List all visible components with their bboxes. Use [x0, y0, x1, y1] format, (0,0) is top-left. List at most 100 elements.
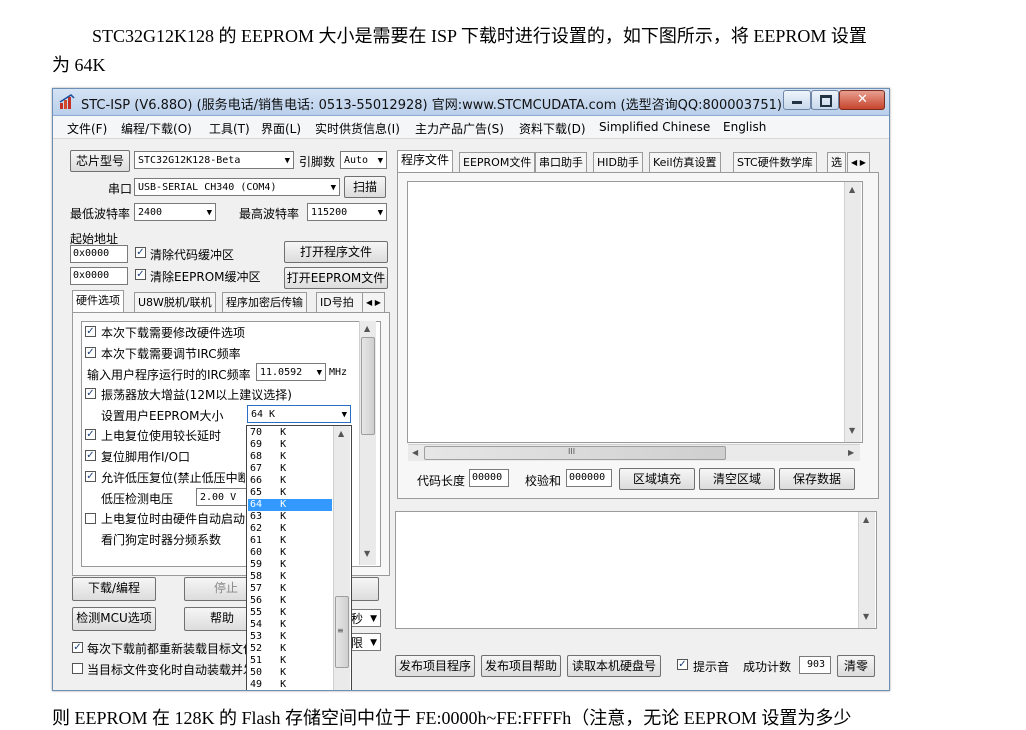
- beep-checkbox[interactable]: ✓: [677, 659, 688, 670]
- chip-model-select[interactable]: STC32G12K128-Beta ▼: [134, 151, 294, 169]
- menu-file[interactable]: 文件(F): [67, 120, 107, 137]
- min-baud-select[interactable]: 2400 ▼: [134, 203, 216, 221]
- options-scrollbar[interactable]: ▲ ▼: [359, 321, 376, 565]
- limit-select[interactable]: 限 ▼: [347, 633, 381, 651]
- dropdown-option[interactable]: 67 K: [248, 463, 332, 475]
- clear-count-button[interactable]: 清零: [837, 655, 875, 677]
- tab-program-file[interactable]: 程序文件: [397, 150, 454, 172]
- pin-count-select[interactable]: Auto ▼: [340, 151, 387, 169]
- oscillator-gain-checkbox[interactable]: ✓: [85, 388, 96, 399]
- irc-frequency-select[interactable]: 11.0592 ▼: [256, 363, 326, 381]
- menu-english[interactable]: English: [723, 120, 766, 134]
- detect-mcu-options-button[interactable]: 检测MCU选项: [72, 607, 156, 631]
- tab-stc-math-lib[interactable]: STC硬件数学库: [733, 152, 817, 172]
- reload-before-download-checkbox[interactable]: ✓: [72, 642, 83, 653]
- tab-hid-assistant[interactable]: HID助手: [593, 152, 643, 172]
- hw-watchdog-checkbox[interactable]: [85, 513, 96, 524]
- dropdown-option[interactable]: 64 K: [248, 499, 332, 511]
- menu-supply-info[interactable]: 实时供货信息(I): [315, 120, 400, 137]
- reset-pin-io-label: 复位脚用作I/O口: [101, 450, 191, 464]
- read-disk-id-button[interactable]: 读取本机硬盘号: [567, 655, 661, 677]
- dropdown-option[interactable]: 63 K: [248, 511, 332, 523]
- eeprom-size-select[interactable]: 64 K ▼: [247, 405, 351, 423]
- dropdown-option[interactable]: 56 K: [248, 595, 332, 607]
- adjust-irc-label: 本次下载需要调节IRC频率: [101, 347, 241, 361]
- dropdown-option[interactable]: 59 K: [248, 559, 332, 571]
- menu-product-ads[interactable]: 主力产品广告(S): [415, 120, 504, 137]
- clear-region-button[interactable]: 清空区域: [699, 468, 775, 490]
- eeprom-size-dropdown-list[interactable]: 70 K 69 K 68 K 67 K 66 K 65 K 64 K 63 K 62 K 61 K…: [246, 425, 352, 690]
- code-start-address-input[interactable]: 0x0000: [70, 245, 128, 263]
- tab-scroll-arrows[interactable]: ◀ ▶: [847, 152, 870, 172]
- low-voltage-threshold-value: 2.00 V: [200, 492, 237, 503]
- dropdown-option[interactable]: 65 K: [248, 487, 332, 499]
- delay-seconds-select[interactable]: 秒 ▼: [347, 609, 381, 627]
- eeprom-start-address-input[interactable]: 0x0000: [70, 267, 128, 285]
- max-baud-select[interactable]: 115200 ▼: [307, 203, 387, 221]
- menu-downloads[interactable]: 资料下载(D): [519, 120, 586, 137]
- auto-load-checkbox[interactable]: [72, 663, 83, 674]
- tab-more[interactable]: 选: [827, 152, 846, 172]
- dropdown-option[interactable]: 52 K: [248, 643, 332, 655]
- dropdown-option[interactable]: 50 K: [248, 667, 332, 679]
- tab-encrypted-transfer[interactable]: 程序加密后传输: [222, 292, 307, 312]
- dropdown-option[interactable]: 51 K: [248, 655, 332, 667]
- chip-model-button[interactable]: 芯片型号: [70, 150, 130, 172]
- tab-scroll-arrows[interactable]: ◀ ▶: [362, 292, 385, 312]
- dropdown-option[interactable]: 53 K: [248, 631, 332, 643]
- serial-port-label: 串口: [108, 182, 133, 196]
- tab-eeprom-file[interactable]: EEPROM文件: [459, 152, 536, 172]
- tab-id-number[interactable]: ID号拍: [316, 292, 364, 312]
- dropdown-option[interactable]: 60 K: [248, 547, 332, 559]
- menu-program[interactable]: 编程/下载(O): [121, 120, 192, 137]
- dropdown-option[interactable]: 54 K: [248, 619, 332, 631]
- tab-serial-assistant[interactable]: 串口助手: [535, 152, 587, 172]
- tab-u8w-offline[interactable]: U8W脱机/联机: [134, 292, 216, 312]
- chevron-down-icon: ▼: [370, 638, 377, 648]
- clear-code-checkbox[interactable]: ✓: [135, 247, 146, 258]
- dropdown-option[interactable]: 49 K: [248, 679, 332, 690]
- hex-vscroll[interactable]: ▲ ▼: [844, 182, 861, 442]
- log-vscroll[interactable]: ▲ ▼: [858, 512, 875, 628]
- tab-hardware-options[interactable]: 硬件选项: [72, 290, 124, 312]
- dropdown-option[interactable]: 55 K: [248, 607, 332, 619]
- dropdown-option[interactable]: 57 K: [248, 583, 332, 595]
- tab-keil-settings[interactable]: Keil仿真设置: [649, 152, 721, 172]
- close-icon[interactable]: ✕: [839, 90, 885, 110]
- success-count-value: 903: [799, 656, 831, 674]
- adjust-irc-checkbox[interactable]: ✓: [85, 347, 96, 358]
- reset-pin-io-checkbox[interactable]: ✓: [85, 450, 96, 461]
- clear-eeprom-checkbox[interactable]: ✓: [135, 269, 146, 280]
- scan-button[interactable]: 扫描: [344, 176, 386, 198]
- dropdown-scrollbar[interactable]: ▲ ≡: [333, 426, 350, 690]
- menu-tools[interactable]: 工具(T): [209, 120, 250, 137]
- dropdown-option[interactable]: 69 K: [248, 439, 332, 451]
- publish-help-button[interactable]: 发布项目帮助: [481, 655, 561, 677]
- menu-interface[interactable]: 界面(L): [261, 120, 301, 137]
- hex-hscroll[interactable]: ◀ III ▶: [408, 444, 860, 461]
- min-baud-value: 2400: [138, 207, 163, 218]
- title-bar[interactable]: STC-ISP (V6.88O) (服务电话/销售电话: 0513-550129…: [53, 89, 889, 116]
- modify-hw-options-checkbox[interactable]: ✓: [85, 326, 96, 337]
- download-program-button[interactable]: 下载/编程: [72, 577, 156, 601]
- save-data-button[interactable]: 保存数据: [779, 468, 855, 490]
- dropdown-option[interactable]: 62 K: [248, 523, 332, 535]
- menu-simplified-chinese[interactable]: Simplified Chinese: [599, 120, 710, 134]
- open-eeprom-file-button[interactable]: 打开EEPROM文件: [284, 267, 388, 289]
- serial-port-select[interactable]: USB-SERIAL CH340 (COM4) ▼: [134, 178, 340, 196]
- dropdown-option[interactable]: 61 K: [248, 535, 332, 547]
- low-voltage-threshold-select[interactable]: 2.00 V: [196, 488, 248, 506]
- minimize-icon[interactable]: [783, 90, 811, 110]
- maximize-icon[interactable]: [811, 90, 839, 110]
- irc-frequency-value: 11.0592: [260, 367, 303, 378]
- low-voltage-reset-checkbox[interactable]: ✓: [85, 471, 96, 482]
- dropdown-option[interactable]: 66 K: [248, 475, 332, 487]
- publish-program-button[interactable]: 发布项目程序: [395, 655, 475, 677]
- open-program-file-button[interactable]: 打开程序文件: [284, 241, 388, 263]
- fill-region-button[interactable]: 区域填充: [619, 468, 695, 490]
- dropdown-option[interactable]: 58 K: [248, 571, 332, 583]
- options-scroll-thumb[interactable]: [361, 337, 375, 435]
- long-reset-delay-checkbox[interactable]: ✓: [85, 429, 96, 440]
- dropdown-option[interactable]: 68 K: [248, 451, 332, 463]
- dropdown-option[interactable]: 70 K: [248, 427, 332, 439]
